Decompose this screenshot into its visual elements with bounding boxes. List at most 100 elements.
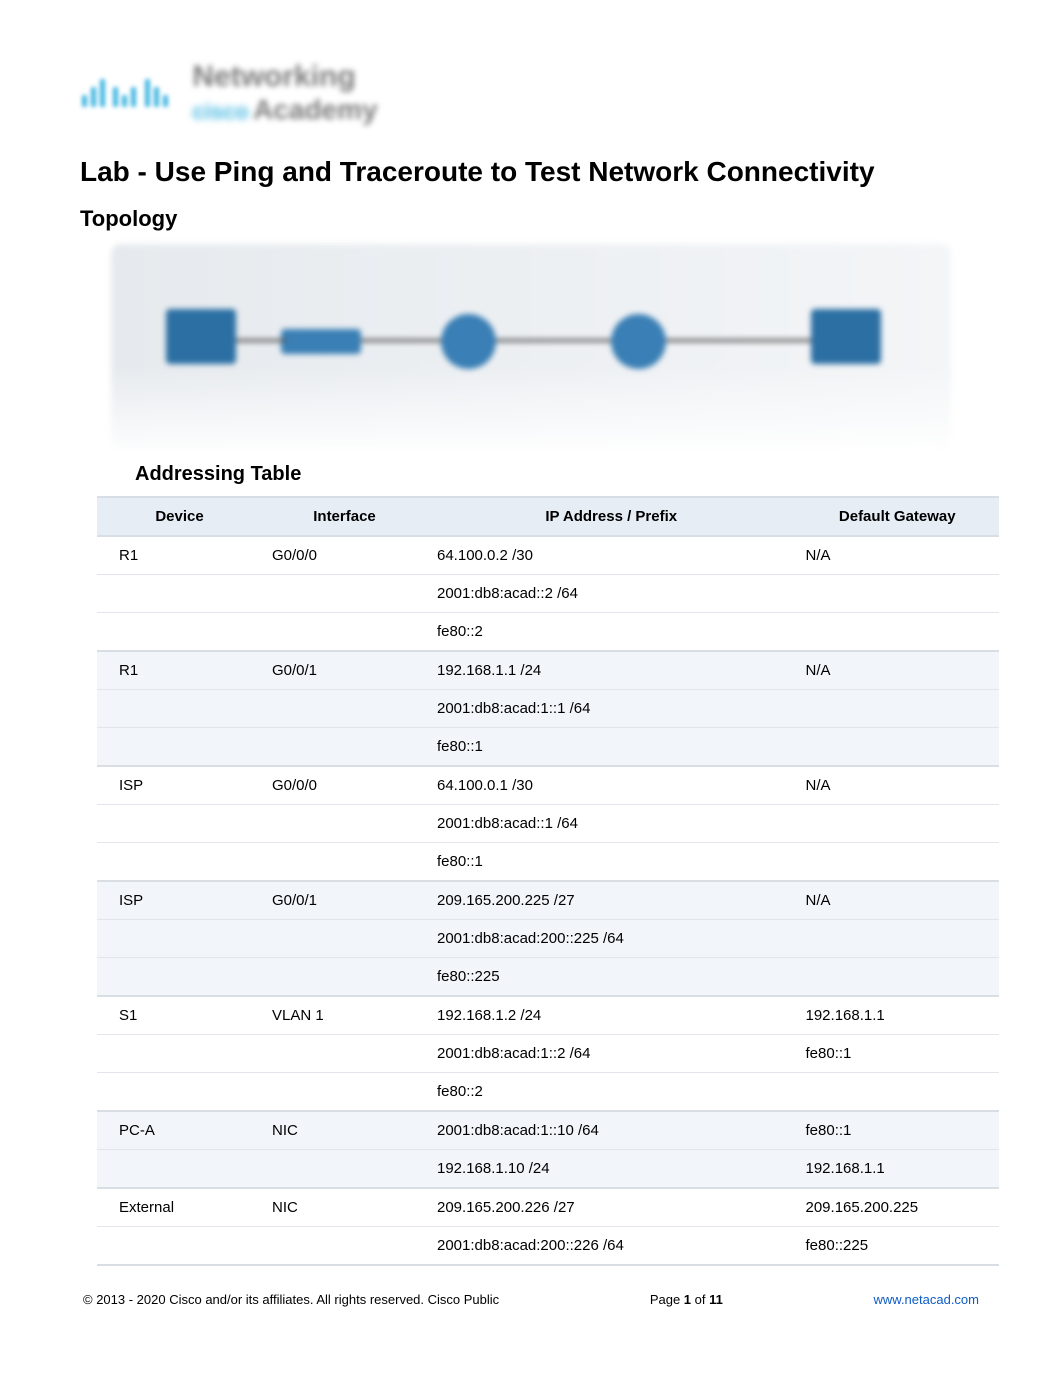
table-cell: 2001:db8:acad:1::1 /64 — [427, 690, 796, 728]
table-cell: 2001:db8:acad:1::2 /64 — [427, 1035, 796, 1073]
table-row: 2001:db8:acad::1 /64 — [97, 805, 999, 843]
table-row: R1G0/0/1192.168.1.1 /24N/A — [97, 651, 999, 690]
table-cell — [262, 920, 427, 958]
table-cell: 2001:db8:acad:200::225 /64 — [427, 920, 796, 958]
table-cell — [262, 1150, 427, 1189]
table-cell: fe80::225 — [796, 1227, 1000, 1266]
table-cell — [262, 1035, 427, 1073]
table-cell: fe80::1 — [796, 1111, 1000, 1150]
footer-url[interactable]: www.netacad.com — [874, 1292, 980, 1307]
logo-text: Networking cisco Academy — [192, 60, 377, 126]
table-cell — [97, 805, 262, 843]
col-gateway: Default Gateway — [796, 497, 1000, 536]
table-cell: 2001:db8:acad::2 /64 — [427, 575, 796, 613]
col-interface: Interface — [262, 497, 427, 536]
table-cell — [796, 958, 1000, 997]
copyright-symbol: © — [83, 1292, 96, 1307]
table-cell — [97, 1150, 262, 1189]
table-cell — [262, 1073, 427, 1112]
table-cell: S1 — [97, 996, 262, 1035]
section-topology-heading: Topology — [80, 206, 982, 232]
table-group: R1G0/0/064.100.0.2 /30N/A2001:db8:acad::… — [97, 536, 999, 651]
table-cell: 2001:db8:acad::1 /64 — [427, 805, 796, 843]
table-group: ISPG0/0/064.100.0.1 /30N/A2001:db8:acad:… — [97, 766, 999, 881]
footer-copyright: © 2013 - 2020 Cisco and/or its affiliate… — [83, 1292, 499, 1307]
table-cell — [262, 958, 427, 997]
section-addressing-heading: Addressing Table — [135, 463, 982, 486]
table-cell — [97, 575, 262, 613]
table-cell: fe80::2 — [427, 1073, 796, 1112]
table-cell: 209.165.200.226 /27 — [427, 1188, 796, 1227]
table-cell — [796, 843, 1000, 882]
table-cell: 192.168.1.1 — [796, 1150, 1000, 1189]
table-cell: ISP — [97, 881, 262, 920]
table-row: ISPG0/0/064.100.0.1 /30N/A — [97, 766, 999, 805]
table-cell — [262, 805, 427, 843]
table-cell: fe80::1 — [427, 728, 796, 767]
table-row: 192.168.1.10 /24192.168.1.1 — [97, 1150, 999, 1189]
table-cell: N/A — [796, 536, 1000, 575]
table-row: ExternalNIC209.165.200.226 /27209.165.20… — [97, 1188, 999, 1227]
page-title: Lab - Use Ping and Traceroute to Test Ne… — [80, 156, 982, 188]
table-cell: PC-A — [97, 1111, 262, 1150]
table-row: fe80::1 — [97, 728, 999, 767]
table-cell — [262, 690, 427, 728]
table-cell: External — [97, 1188, 262, 1227]
table-row: PC-ANIC2001:db8:acad:1::10 /64fe80::1 — [97, 1111, 999, 1150]
table-cell: G0/0/1 — [262, 651, 427, 690]
addressing-table: Device Interface IP Address / Prefix Def… — [97, 496, 999, 1266]
table-group: ExternalNIC209.165.200.226 /27209.165.20… — [97, 1188, 999, 1265]
logo-line2: Academy — [253, 94, 378, 125]
table-cell: N/A — [796, 881, 1000, 920]
table-row: 2001:db8:acad:200::225 /64 — [97, 920, 999, 958]
table-cell: 192.168.1.2 /24 — [427, 996, 796, 1035]
table-cell: fe80::1 — [427, 843, 796, 882]
table-cell: NIC — [262, 1188, 427, 1227]
table-cell: G0/0/0 — [262, 536, 427, 575]
topology-diagram — [111, 244, 951, 449]
table-cell — [97, 613, 262, 652]
table-group: R1G0/0/1192.168.1.1 /24N/A2001:db8:acad:… — [97, 651, 999, 766]
table-row: fe80::225 — [97, 958, 999, 997]
table-row: 2001:db8:acad::2 /64 — [97, 575, 999, 613]
table-cell — [796, 690, 1000, 728]
table-cell — [796, 613, 1000, 652]
table-cell: G0/0/0 — [262, 766, 427, 805]
table-cell: fe80::2 — [427, 613, 796, 652]
table-row: 2001:db8:acad:1::1 /64 — [97, 690, 999, 728]
table-cell: 2001:db8:acad:1::10 /64 — [427, 1111, 796, 1150]
table-cell — [262, 843, 427, 882]
table-cell: ISP — [97, 766, 262, 805]
table-header-row: Device Interface IP Address / Prefix Def… — [97, 497, 999, 536]
table-row: fe80::2 — [97, 1073, 999, 1112]
table-cell — [97, 690, 262, 728]
table-cell: N/A — [796, 766, 1000, 805]
table-cell: 64.100.0.2 /30 — [427, 536, 796, 575]
table-cell — [97, 958, 262, 997]
cisco-bars-icon — [80, 79, 170, 107]
table-cell: 192.168.1.10 /24 — [427, 1150, 796, 1189]
table-cell: fe80::225 — [427, 958, 796, 997]
table-cell — [796, 1073, 1000, 1112]
table-cell — [796, 920, 1000, 958]
table-cell — [97, 920, 262, 958]
table-cell — [97, 843, 262, 882]
footer-page-number: Page 1 of 11 — [650, 1292, 723, 1307]
table-cell — [97, 1035, 262, 1073]
col-device: Device — [97, 497, 262, 536]
table-cell: 192.168.1.1 — [796, 996, 1000, 1035]
table-cell: R1 — [97, 536, 262, 575]
table-row: R1G0/0/064.100.0.2 /30N/A — [97, 536, 999, 575]
table-cell: VLAN 1 — [262, 996, 427, 1035]
table-cell — [97, 728, 262, 767]
table-row: fe80::2 — [97, 613, 999, 652]
table-row: 2001:db8:acad:200::226 /64fe80::225 — [97, 1227, 999, 1266]
table-cell: 192.168.1.1 /24 — [427, 651, 796, 690]
logo-line1: Networking — [192, 60, 377, 94]
table-group: S1VLAN 1192.168.1.2 /24192.168.1.12001:d… — [97, 996, 999, 1111]
table-cell: G0/0/1 — [262, 881, 427, 920]
col-ip: IP Address / Prefix — [427, 497, 796, 536]
table-cell: 209.165.200.225 /27 — [427, 881, 796, 920]
table-row: fe80::1 — [97, 843, 999, 882]
table-row: S1VLAN 1192.168.1.2 /24192.168.1.1 — [97, 996, 999, 1035]
